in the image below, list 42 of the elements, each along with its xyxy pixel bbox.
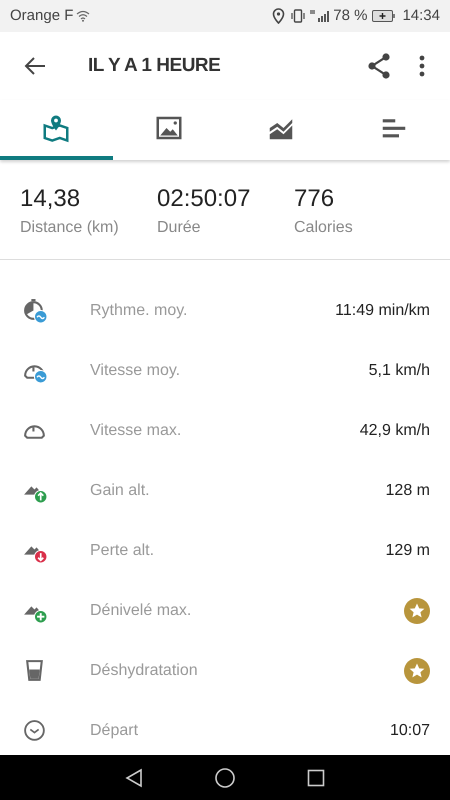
- metric-label: Rythme. moy.: [90, 301, 188, 321]
- metric-label: Vitesse max.: [90, 421, 182, 441]
- share-icon: [367, 53, 391, 79]
- stat-value: 776: [294, 184, 336, 214]
- recents-nav-button[interactable]: [306, 768, 325, 786]
- signal-icon: [309, 8, 332, 24]
- star-badge-icon: [404, 658, 430, 684]
- battery-icon: [372, 10, 396, 22]
- square-icon: [306, 768, 325, 786]
- metric-value: 5,1 km/h: [368, 361, 430, 381]
- metric-value: 128 m: [386, 481, 430, 501]
- back-arrow-icon: [24, 56, 46, 76]
- stopwatch-icon: [22, 298, 48, 324]
- metric-value: 11:49 min/km: [335, 301, 430, 321]
- stat-label: Durée: [157, 218, 202, 238]
- metric-value: 10:07: [390, 721, 430, 741]
- clock-time: 14:34: [402, 6, 440, 26]
- vibrate-icon: [290, 8, 306, 24]
- metric-value: 42,9 km/h: [360, 421, 430, 441]
- stat-value: 14,38: [20, 184, 82, 214]
- map-pin-icon: [41, 113, 72, 143]
- metric-value: 129 m: [386, 541, 430, 561]
- metric-label: Dénivelé max.: [90, 601, 192, 621]
- metric-label: Départ: [90, 721, 140, 741]
- back-nav-button[interactable]: [125, 768, 144, 788]
- stat-label: Distance (km): [20, 218, 120, 238]
- star-badge-icon: [404, 598, 430, 624]
- carrier-name: Orange F: [10, 6, 74, 26]
- wifi-icon: [76, 10, 90, 22]
- stat-label: Calories: [294, 218, 354, 238]
- triangle-icon: [125, 768, 144, 788]
- location-icon: [272, 8, 286, 24]
- metric-label: Gain alt.: [90, 481, 151, 501]
- metric-label: Déshydratation: [90, 661, 199, 681]
- home-nav-button[interactable]: [214, 766, 236, 788]
- battery-percent: 78 %: [333, 6, 368, 26]
- stat-value: 02:50:07: [157, 184, 252, 214]
- metric-label: Perte alt.: [90, 541, 156, 561]
- screen-title: IL Y A 1 HEURE: [88, 54, 220, 78]
- metric-label: Vitesse moy.: [90, 361, 182, 381]
- circle-icon: [214, 766, 236, 788]
- more-icon: [419, 55, 425, 77]
